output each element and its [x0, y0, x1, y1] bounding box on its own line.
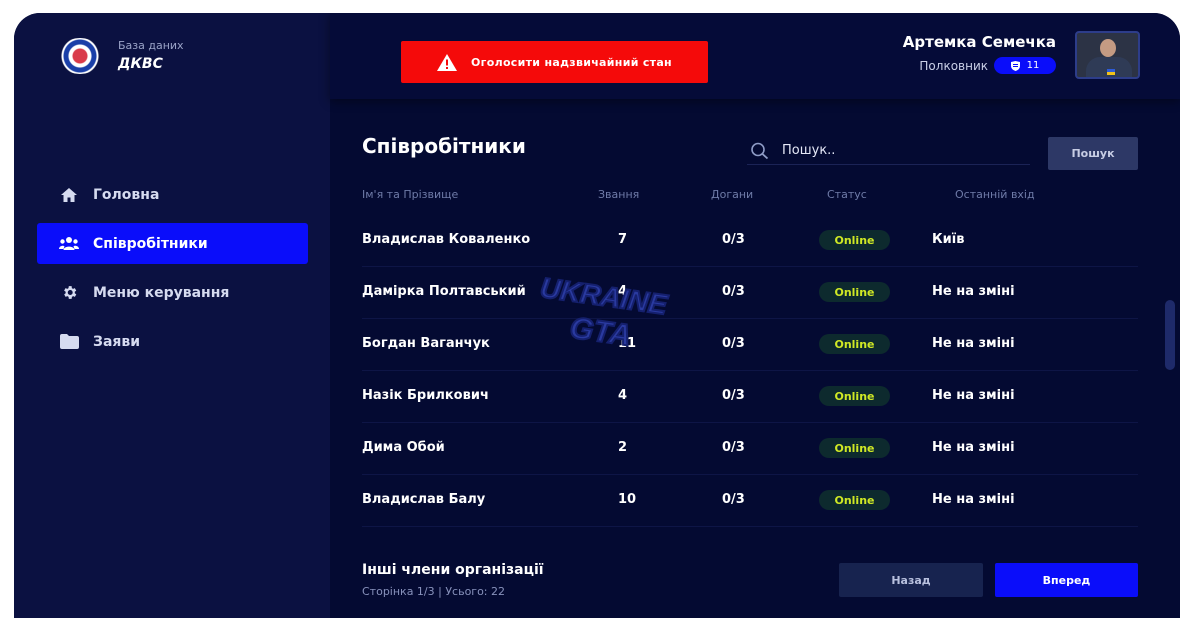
brand: База даних ДКВС: [56, 38, 184, 74]
employee-name: Назік Брилкович: [362, 388, 489, 403]
sidebar: База даних ДКВС Головна Співробітники Ме…: [14, 13, 330, 618]
search-icon: [750, 142, 770, 160]
back-button[interactable]: Назад: [839, 563, 983, 597]
search-button[interactable]: Пошук: [1048, 137, 1138, 170]
avatar[interactable]: [1075, 31, 1140, 79]
search-bar: [747, 137, 1030, 165]
sidebar-item-control-menu[interactable]: Меню керування: [37, 272, 308, 313]
column-header-rank: Звання: [598, 188, 640, 201]
user-rank: Полковник: [919, 58, 988, 73]
employee-warnings: 0/3: [722, 440, 745, 455]
employee-warnings: 0/3: [722, 388, 745, 403]
table-row[interactable]: Дамірка Полтавський 4 0/3 Online Не на з…: [362, 267, 1138, 319]
top-bar: Оголосити надзвичайний стан Артемка Семе…: [330, 13, 1180, 99]
footer-title: Інші члени організації: [362, 562, 544, 578]
employee-name: Дима Обой: [362, 440, 445, 455]
employee-last-login: Не на зміні: [932, 440, 1015, 455]
status-badge: Online: [819, 334, 890, 354]
employee-last-login: Не на зміні: [932, 284, 1015, 299]
employee-rank: 11: [618, 336, 637, 351]
declare-emergency-button[interactable]: Оголосити надзвичайний стан: [401, 41, 708, 83]
sidebar-item-label: Співробітники: [93, 235, 208, 252]
employee-warnings: 0/3: [722, 284, 745, 299]
employee-last-login: Не на зміні: [932, 492, 1015, 507]
sidebar-item-label: Заяви: [93, 333, 141, 350]
employee-name: Богдан Ваганчук: [362, 336, 490, 351]
app-window: База даних ДКВС Головна Співробітники Ме…: [14, 13, 1180, 618]
status-badge: Online: [819, 386, 890, 406]
sidebar-item-label: Меню керування: [93, 284, 230, 301]
status-badge: Online: [819, 282, 890, 302]
search-input[interactable]: [782, 143, 1012, 158]
employee-name: Дамірка Полтавський: [362, 284, 526, 299]
sidebar-item-employees[interactable]: Співробітники: [37, 223, 308, 264]
folder-icon: [59, 333, 79, 351]
status-badge: Online: [819, 490, 890, 510]
brand-subtitle: База даних: [118, 39, 184, 52]
scrollbar-thumb[interactable]: [1165, 300, 1175, 370]
employee-warnings: 0/3: [722, 492, 745, 507]
employee-rank: 7: [618, 232, 628, 247]
employee-last-login: Київ: [932, 232, 965, 247]
sidebar-item-label: Головна: [93, 186, 160, 203]
user-info: Артемка Семечка Полковник 11: [903, 33, 1056, 74]
column-header-warnings: Догани: [711, 188, 754, 201]
employee-rank: 4: [618, 284, 628, 299]
warning-icon: [437, 53, 458, 71]
sidebar-nav: Головна Співробітники Меню керування Зая…: [37, 174, 308, 370]
page-info: Сторінка 1/3 | Усього: 22: [362, 585, 506, 598]
table-row[interactable]: Владислав Коваленко 7 0/3 Online Київ: [362, 215, 1138, 267]
brand-title: ДКВС: [118, 56, 163, 72]
employee-rank: 4: [618, 388, 628, 403]
column-header-status: Статус: [827, 188, 867, 201]
users-icon: [59, 235, 79, 253]
employee-name: Владислав Балу: [362, 492, 486, 507]
user-name: Артемка Семечка: [902, 33, 1056, 51]
employee-rank: 10: [618, 492, 637, 507]
column-header-name: Ім'я та Прізвище: [362, 188, 459, 201]
table-row[interactable]: Назік Брилкович 4 0/3 Online Не на зміні: [362, 371, 1138, 423]
employee-last-login: Не на зміні: [932, 336, 1015, 351]
table-row[interactable]: Владислав Балу 10 0/3 Online Не на зміні: [362, 475, 1138, 527]
sidebar-item-home[interactable]: Головна: [37, 174, 308, 215]
page-title: Співробітники: [362, 134, 526, 158]
status-badge: Online: [819, 230, 890, 250]
home-icon: [59, 186, 79, 204]
next-button[interactable]: Вперед: [995, 563, 1138, 597]
sidebar-item-requests[interactable]: Заяви: [37, 321, 308, 362]
shield-icon: [1010, 60, 1020, 71]
rank-badge: 11: [994, 57, 1056, 74]
declare-emergency-label: Оголосити надзвичайний стан: [471, 55, 672, 69]
employee-warnings: 0/3: [722, 232, 745, 247]
employee-last-login: Не на зміні: [932, 388, 1015, 403]
gear-icon: [59, 284, 79, 302]
emblem-logo: [56, 38, 104, 74]
employee-warnings: 0/3: [722, 336, 745, 351]
table-row[interactable]: Богдан Ваганчук 11 0/3 Online Не на змін…: [362, 319, 1138, 371]
employee-rank: 2: [618, 440, 628, 455]
column-header-last-login: Останній вхід: [955, 188, 1035, 201]
table-row[interactable]: Дима Обой 2 0/3 Online Не на зміні: [362, 423, 1138, 475]
employees-table: Владислав Коваленко 7 0/3 Online Київ Да…: [362, 215, 1138, 527]
rank-badge-value: 11: [1026, 60, 1040, 71]
status-badge: Online: [819, 438, 890, 458]
employee-name: Владислав Коваленко: [362, 232, 531, 247]
